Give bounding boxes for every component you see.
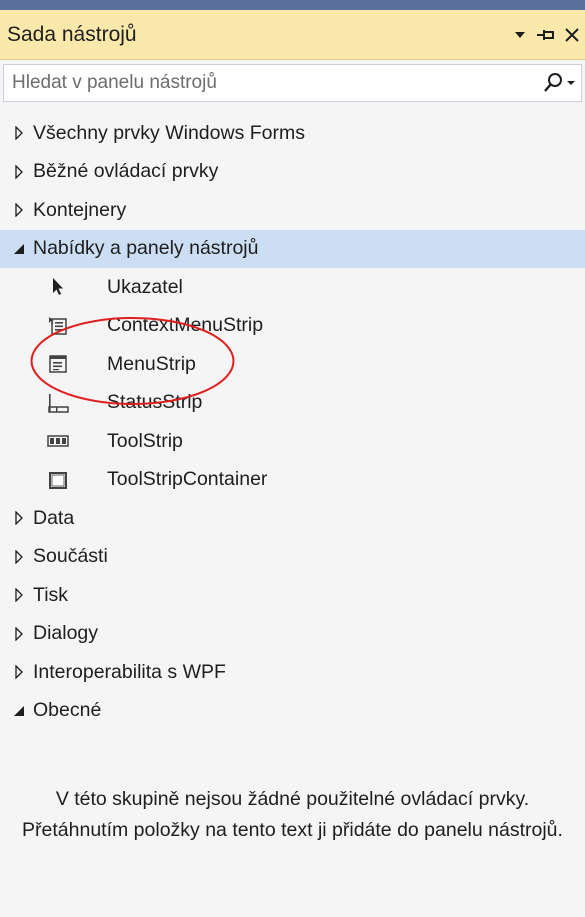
panel-title: Sada nástrojů <box>7 22 137 46</box>
toolbox-tree: Všechny prvky Windows Forms Běžné ovláda… <box>0 114 585 730</box>
group-label: Tisk <box>33 583 69 606</box>
group-label: Interoperabilita s WPF <box>33 660 226 683</box>
item-label: ContextMenuStrip <box>107 314 264 337</box>
expand-arrow-icon[interactable] <box>11 163 27 181</box>
search-icon[interactable] <box>537 65 581 101</box>
group-label: Všechny prvky Windows Forms <box>33 121 305 144</box>
item-label: ToolStripContainer <box>107 468 268 491</box>
expand-arrow-icon[interactable] <box>11 663 27 681</box>
context-menu-icon <box>47 315 69 337</box>
group-label: Obecné <box>33 699 102 722</box>
group-label: Běžné ovládací prvky <box>33 160 219 183</box>
close-icon[interactable] <box>559 22 585 48</box>
toolbox-item-menustrip[interactable]: MenuStrip <box>0 345 585 384</box>
toolbox-window: Sada nástrojů Hledat v panelu nástrojů V… <box>0 0 585 917</box>
top-accent-bar <box>0 0 585 10</box>
toolbox-item-statusstrip[interactable]: StatusStrip <box>0 384 585 423</box>
expand-arrow-icon[interactable] <box>11 124 27 142</box>
chevron-down-icon[interactable] <box>507 22 533 48</box>
toolstrip-icon <box>47 430 69 452</box>
group-wpf-interop[interactable]: Interoperabilita s WPF <box>0 653 585 692</box>
toolbox-item-toolstripcontainer[interactable]: ToolStripContainer <box>0 461 585 500</box>
group-data[interactable]: Data <box>0 499 585 538</box>
collapse-arrow-icon[interactable] <box>11 702 27 720</box>
toolbox-item-contextmenustrip[interactable]: ContextMenuStrip <box>0 307 585 346</box>
pointer-icon <box>47 276 69 298</box>
group-general[interactable]: Obecné <box>0 692 585 731</box>
group-dialogs[interactable]: Dialogy <box>0 615 585 654</box>
empty-group-message: V této skupině nejsou žádné použitelné o… <box>22 788 563 841</box>
expand-arrow-icon[interactable] <box>11 509 27 527</box>
group-label: Nabídky a panely nástrojů <box>33 237 259 260</box>
group-containers[interactable]: Kontejnery <box>0 191 585 230</box>
menustrip-icon <box>47 353 69 375</box>
search-box <box>3 64 582 102</box>
group-components[interactable]: Součásti <box>0 538 585 577</box>
item-label: MenuStrip <box>107 352 196 375</box>
item-label: ToolStrip <box>107 429 183 452</box>
pin-icon[interactable] <box>533 22 559 48</box>
group-label: Součásti <box>33 545 108 568</box>
toolbox-item-pointer[interactable]: Ukazatel <box>0 268 585 307</box>
expand-arrow-icon[interactable] <box>11 201 27 219</box>
toolbox-titlebar: Sada nástrojů <box>0 10 585 60</box>
group-common-controls[interactable]: Běžné ovládací prvky <box>0 153 585 192</box>
toolstrip-container-icon <box>47 469 69 491</box>
item-label: Ukazatel <box>107 275 183 298</box>
expand-arrow-icon[interactable] <box>11 586 27 604</box>
search-input[interactable] <box>4 71 537 95</box>
group-all-windows-forms[interactable]: Všechny prvky Windows Forms <box>0 114 585 153</box>
item-label: StatusStrip <box>107 391 203 414</box>
expand-arrow-icon[interactable] <box>11 625 27 643</box>
group-menus-toolbars[interactable]: Nabídky a panely nástrojů <box>0 229 585 268</box>
expand-arrow-icon[interactable] <box>11 548 27 566</box>
group-label: Dialogy <box>33 622 99 645</box>
group-label: Kontejnery <box>33 198 127 221</box>
toolbox-item-toolstrip[interactable]: ToolStrip <box>0 422 585 461</box>
collapse-arrow-icon[interactable] <box>11 240 27 258</box>
group-label: Data <box>33 506 75 529</box>
group-printing[interactable]: Tisk <box>0 576 585 615</box>
statusstrip-icon <box>47 392 69 414</box>
